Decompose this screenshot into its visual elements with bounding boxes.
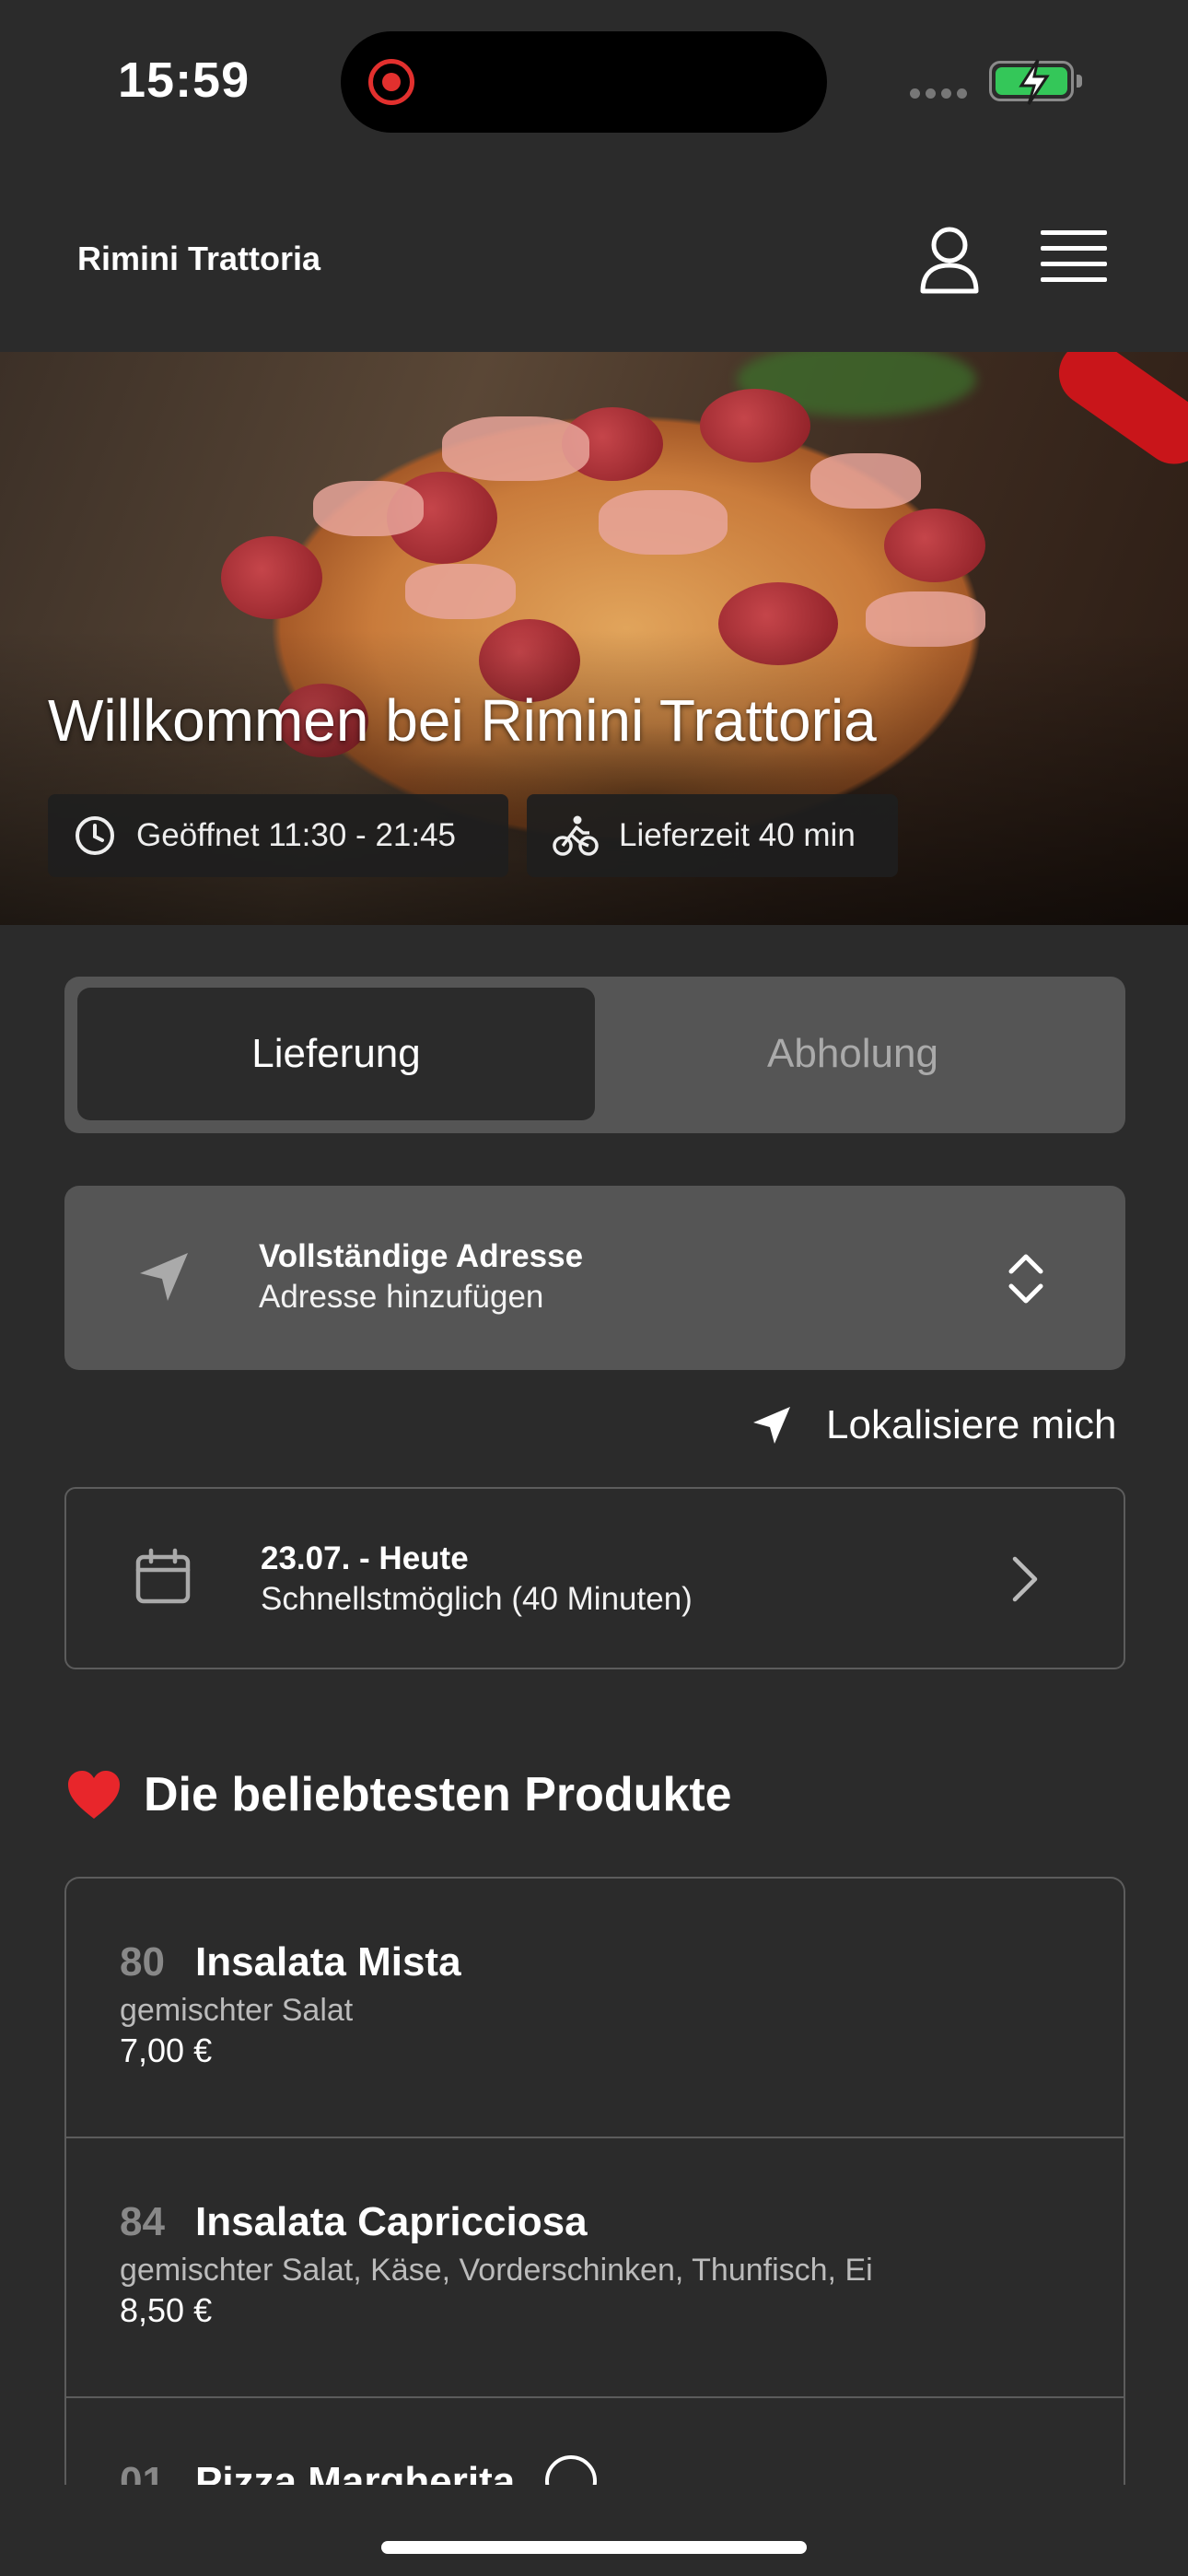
product-description: gemischter Salat [120, 1993, 354, 2028]
product-description: gemischter Salat, Käse, Vorderschinken, … [120, 2253, 873, 2288]
battery-icon [989, 59, 1082, 105]
opening-hours-badge: Geöffnet 11:30 - 21:45 [48, 794, 508, 877]
product-item[interactable]: 01 Pizza Margherita [66, 2398, 1124, 2485]
product-name: Insalata Mista [195, 1939, 461, 1985]
product-item[interactable]: 84 Insalata Capricciosa gemischter Salat… [66, 2138, 1124, 2398]
user-account-button[interactable] [917, 225, 982, 295]
navigation-arrow-icon [140, 1253, 188, 1301]
product-name: Pizza Margherita [195, 2459, 516, 2485]
hamburger-menu-icon[interactable] [1041, 230, 1107, 286]
popular-products-heading: Die beliebtesten Produkte [66, 1767, 732, 1822]
locate-me-label: Lokalisiere mich [826, 1402, 1117, 1447]
product-price: 8,50 € [120, 2291, 213, 2329]
delivery-date-title: 23.07. - Heute [261, 1540, 469, 1576]
delivery-date-subtitle: Schnellstmöglich (40 Minuten) [261, 1581, 693, 1617]
delivery-time-text: Lieferzeit 40 min [619, 817, 856, 853]
heart-icon [68, 1771, 120, 1819]
locate-me-button[interactable]: Lokalisiere mich [751, 1402, 1116, 1448]
product-number: 01 [120, 2459, 165, 2485]
address-title: Vollständige Adresse [259, 1238, 584, 1274]
product-list: 80 Insalata Mista gemischter Salat 7,00 … [64, 1877, 1125, 2485]
home-indicator[interactable] [381, 2541, 807, 2554]
product-number: 80 [120, 1939, 165, 1985]
info-icon[interactable] [545, 2455, 597, 2485]
cellular-signal-icon [910, 87, 973, 103]
screen-recording-icon [368, 59, 414, 105]
address-selector[interactable] [64, 1186, 1125, 1370]
status-time: 15:59 [118, 53, 250, 108]
bicycle-courier-icon [553, 815, 599, 856]
calendar-icon [135, 1548, 191, 1604]
product-item[interactable]: 80 Insalata Mista gemischter Salat 7,00 … [66, 1879, 1124, 2138]
user-icon [920, 227, 979, 294]
location-arrow-icon [753, 1407, 790, 1444]
pickup-tab[interactable]: Abholung [594, 988, 1112, 1120]
restaurant-name: Rimini Trattoria [77, 240, 321, 277]
delivery-time-selector[interactable] [64, 1487, 1125, 1669]
welcome-title: Willkommen bei Rimini Trattoria [48, 687, 877, 754]
product-number: 84 [120, 2199, 165, 2244]
chevron-right-icon [1012, 1556, 1038, 1602]
product-price: 7,00 € [120, 2032, 213, 2069]
delivery-time-badge: Lieferzeit 40 min [527, 794, 898, 877]
product-name: Insalata Capricciosa [195, 2199, 588, 2244]
chevron-up-down-icon [1008, 1254, 1043, 1304]
opening-hours-text: Geöffnet 11:30 - 21:45 [136, 817, 457, 853]
popular-heading-text: Die beliebtesten Produkte [144, 1768, 732, 1821]
clock-icon [76, 816, 114, 855]
delivery-tab[interactable]: Lieferung [77, 988, 595, 1120]
address-subtitle: Adresse hinzufügen [259, 1279, 544, 1315]
